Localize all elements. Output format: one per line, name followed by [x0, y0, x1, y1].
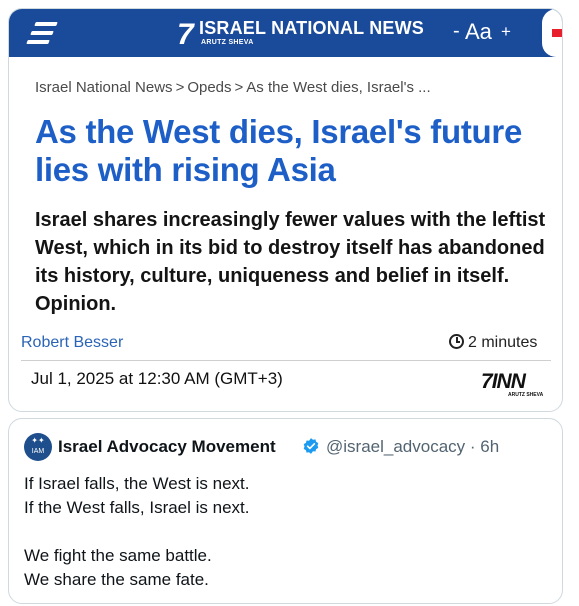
breadcrumb-separator: >: [234, 79, 244, 96]
header-side-tab: [542, 9, 562, 57]
clock-icon: [449, 334, 464, 349]
article-card[interactable]: 7 ISRAEL NATIONAL NEWS ARUTZ SHEVA - Aa …: [8, 8, 563, 412]
article-date: Jul 1, 2025 at 12:30 AM (GMT+3): [31, 369, 283, 388]
menu-icon[interactable]: [26, 22, 58, 44]
article-author[interactable]: Robert Besser: [21, 334, 123, 352]
verified-badge-icon: [303, 438, 319, 454]
font-decrease-button[interactable]: -: [453, 20, 460, 43]
site-title: ISRAEL NATIONAL NEWS: [199, 18, 425, 38]
avatar-figures-icon: ✦✦: [31, 436, 45, 445]
read-time: 2 minutes: [449, 334, 537, 352]
quoted-tweet[interactable]: ✦✦ IAM Israel Advocacy Movement @israel_…: [8, 418, 563, 604]
avatar-text: IAM: [31, 448, 45, 455]
read-time-label: 2 minutes: [468, 334, 538, 351]
breadcrumb-item-home[interactable]: Israel National News: [35, 79, 173, 96]
divider: [21, 360, 551, 361]
font-size-label: Aa: [465, 19, 492, 44]
article-subheadline: Israel shares increasingly fewer values …: [35, 209, 546, 315]
font-increase-button[interactable]: +: [501, 22, 511, 42]
breadcrumb-item-current: As the West dies, Israel's ...: [246, 79, 431, 96]
site-header: 7 ISRAEL NATIONAL NEWS ARUTZ SHEVA - Aa …: [9, 9, 562, 57]
red-marker-icon: [552, 29, 562, 37]
article-headline: As the West dies, Israel's future lies w…: [35, 113, 523, 188]
inn-logo: 7INN ARUTZ SHEVA: [481, 370, 543, 398]
inn-logo-subtitle: ARUTZ SHEVA: [508, 392, 544, 398]
inn-logo-text: 7INN: [481, 370, 526, 393]
breadcrumb: Israel National News > Opeds > As the West d…: [35, 79, 431, 96]
tweet-author-name[interactable]: Israel Advocacy Movement: [58, 437, 276, 457]
breadcrumb-item-opeds[interactable]: Opeds: [187, 79, 231, 96]
site-subtitle: ARUTZ SHEVA: [201, 39, 254, 46]
tweet-handle-time[interactable]: @israel_advocacy · 6h: [326, 437, 499, 457]
breadcrumb-separator: >: [175, 79, 185, 96]
logo-mark-icon: 7: [177, 18, 194, 51]
avatar[interactable]: ✦✦ IAM: [24, 433, 52, 461]
tweet-text: If Israel falls, the West is next. If th…: [24, 474, 250, 589]
